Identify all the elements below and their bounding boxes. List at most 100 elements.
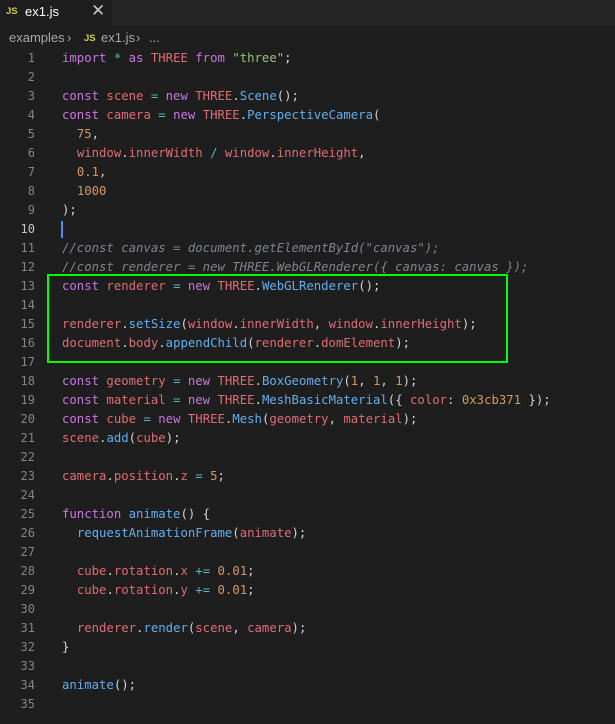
code-line[interactable]: 5 75, bbox=[0, 125, 615, 144]
code-line[interactable]: 11 //const canvas = document.getElementBy… bbox=[0, 239, 615, 258]
breadcrumb-file[interactable]: ex1.js bbox=[101, 30, 135, 45]
code-line[interactable]: 4 const camera = new THREE.PerspectiveCam… bbox=[0, 106, 615, 125]
code-line[interactable]: 28 cube.rotation.x += 0.01; bbox=[0, 562, 615, 581]
code-line[interactable]: 22 bbox=[0, 448, 615, 467]
code-token: 5 bbox=[210, 469, 218, 483]
code-token: = bbox=[173, 374, 188, 388]
line-number: 1 bbox=[27, 51, 35, 65]
code-token: function bbox=[62, 507, 129, 521]
code-line[interactable]: 32} bbox=[0, 638, 615, 657]
code-token: y bbox=[180, 583, 196, 597]
code-token: as bbox=[128, 51, 151, 65]
code-text: const cube = new THREE.Mesh(geometry, ma… bbox=[62, 410, 417, 429]
code-token: cube bbox=[136, 431, 166, 445]
code-line[interactable]: 3 const scene = new THREE.Scene(); bbox=[0, 87, 615, 106]
line-number: 19 bbox=[20, 393, 35, 407]
code-line[interactable]: 23 camera.position.z = 5; bbox=[0, 467, 615, 486]
code-token: }); bbox=[521, 393, 551, 407]
code-token: material bbox=[343, 412, 403, 426]
line-number: 7 bbox=[27, 165, 35, 179]
code-token: . bbox=[254, 374, 262, 388]
code-token: requestAnimationFrame bbox=[76, 526, 233, 540]
code-token: ; bbox=[217, 469, 225, 483]
code-line[interactable]: 29 cube.rotation.y += 0.01; bbox=[0, 581, 615, 600]
code-line[interactable]: 8 1000 bbox=[0, 182, 615, 201]
code-line[interactable]: 30 bbox=[0, 600, 615, 619]
code-line[interactable]: 26 requestAnimationFrame(animate); bbox=[0, 524, 615, 543]
code-token: , bbox=[380, 374, 396, 388]
code-token: camera bbox=[247, 621, 292, 635]
code-token: PerspectiveCamera bbox=[247, 108, 373, 122]
code-token: = bbox=[158, 108, 174, 122]
code-token: . bbox=[232, 89, 240, 103]
line-number: 24 bbox=[20, 488, 35, 502]
code-editor[interactable]: 1 import * as THREE from "three"; 2 3 const … bbox=[0, 48, 615, 724]
code-line[interactable]: 21 scene.add(cube); bbox=[0, 429, 615, 448]
code-token: const bbox=[62, 108, 107, 122]
code-line[interactable]: 31 renderer.render(scene, camera); bbox=[0, 619, 615, 638]
code-token: } bbox=[62, 640, 70, 654]
code-line[interactable]: 19 const material = new THREE.MeshBasicMa… bbox=[0, 391, 615, 410]
code-text: import * as THREE from "three"; bbox=[62, 49, 292, 68]
code-token: 0.01 bbox=[217, 564, 248, 578]
code-token: 1 bbox=[395, 374, 403, 388]
close-icon[interactable]: ✕ bbox=[91, 1, 105, 21]
line-number: 10 bbox=[20, 222, 35, 236]
code-token: () { bbox=[180, 507, 211, 521]
line-number: 6 bbox=[27, 146, 35, 160]
code-token: //const canvas = document.getElementById… bbox=[62, 241, 440, 255]
breadcrumb-more[interactable]: ... bbox=[149, 30, 160, 45]
code-token: z bbox=[180, 469, 196, 483]
code-line[interactable]: 9); bbox=[0, 201, 615, 220]
tab-ex1-js[interactable]: JS ex1.js ✕ bbox=[0, 0, 112, 26]
code-token: , bbox=[328, 412, 344, 426]
line-number: 9 bbox=[27, 203, 35, 217]
code-text: animate(); bbox=[62, 676, 136, 695]
code-token: cube bbox=[76, 583, 107, 597]
code-line[interactable]: 6 window.innerWidth / window.innerHeight… bbox=[0, 144, 615, 163]
code-token: material bbox=[106, 393, 174, 407]
line-number: 20 bbox=[20, 412, 35, 426]
code-token: . bbox=[106, 564, 114, 578]
code-token: * bbox=[113, 51, 129, 65]
code-token: THREE bbox=[150, 51, 196, 65]
code-token: window bbox=[76, 146, 122, 160]
code-token: . bbox=[106, 469, 114, 483]
line-number: 3 bbox=[27, 89, 35, 103]
code-token: 0.1 bbox=[76, 165, 100, 179]
code-line[interactable]: 20 const cube = new THREE.Mesh(geometry, … bbox=[0, 410, 615, 429]
line-number: 31 bbox=[20, 621, 35, 635]
code-line[interactable]: 10 bbox=[0, 220, 615, 239]
code-line[interactable]: 2 bbox=[0, 68, 615, 87]
code-token: ( bbox=[372, 108, 381, 122]
code-line[interactable]: 27 bbox=[0, 543, 615, 562]
code-line[interactable]: 33 bbox=[0, 657, 615, 676]
code-token: color bbox=[410, 393, 448, 407]
code-token: = bbox=[150, 89, 166, 103]
code-line[interactable]: 18 const geometry = new THREE.BoxGeometry… bbox=[0, 372, 615, 391]
line-number: 27 bbox=[20, 545, 35, 559]
line-number: 8 bbox=[27, 184, 35, 198]
code-token: const bbox=[62, 374, 107, 388]
code-line[interactable]: 34 animate(); bbox=[0, 676, 615, 695]
code-line[interactable]: 1 import * as THREE from "three"; bbox=[0, 49, 615, 68]
code-line[interactable]: 35 bbox=[0, 695, 615, 714]
code-text: 75, bbox=[62, 125, 99, 144]
code-line[interactable]: 24 bbox=[0, 486, 615, 505]
line-number: 32 bbox=[20, 640, 35, 654]
code-token: cube bbox=[76, 564, 107, 578]
breadcrumb-folder[interactable]: examples bbox=[9, 30, 65, 45]
line-number: 5 bbox=[27, 127, 35, 141]
code-token: . bbox=[239, 108, 248, 122]
code-token: scene bbox=[195, 621, 233, 635]
code-line[interactable]: 25 function animate() { bbox=[0, 505, 615, 524]
code-token: new bbox=[165, 89, 196, 103]
line-number: 33 bbox=[20, 659, 35, 673]
code-line[interactable]: 7 0.1, bbox=[0, 163, 615, 182]
code-token: += bbox=[195, 583, 218, 597]
line-number: 22 bbox=[20, 450, 35, 464]
